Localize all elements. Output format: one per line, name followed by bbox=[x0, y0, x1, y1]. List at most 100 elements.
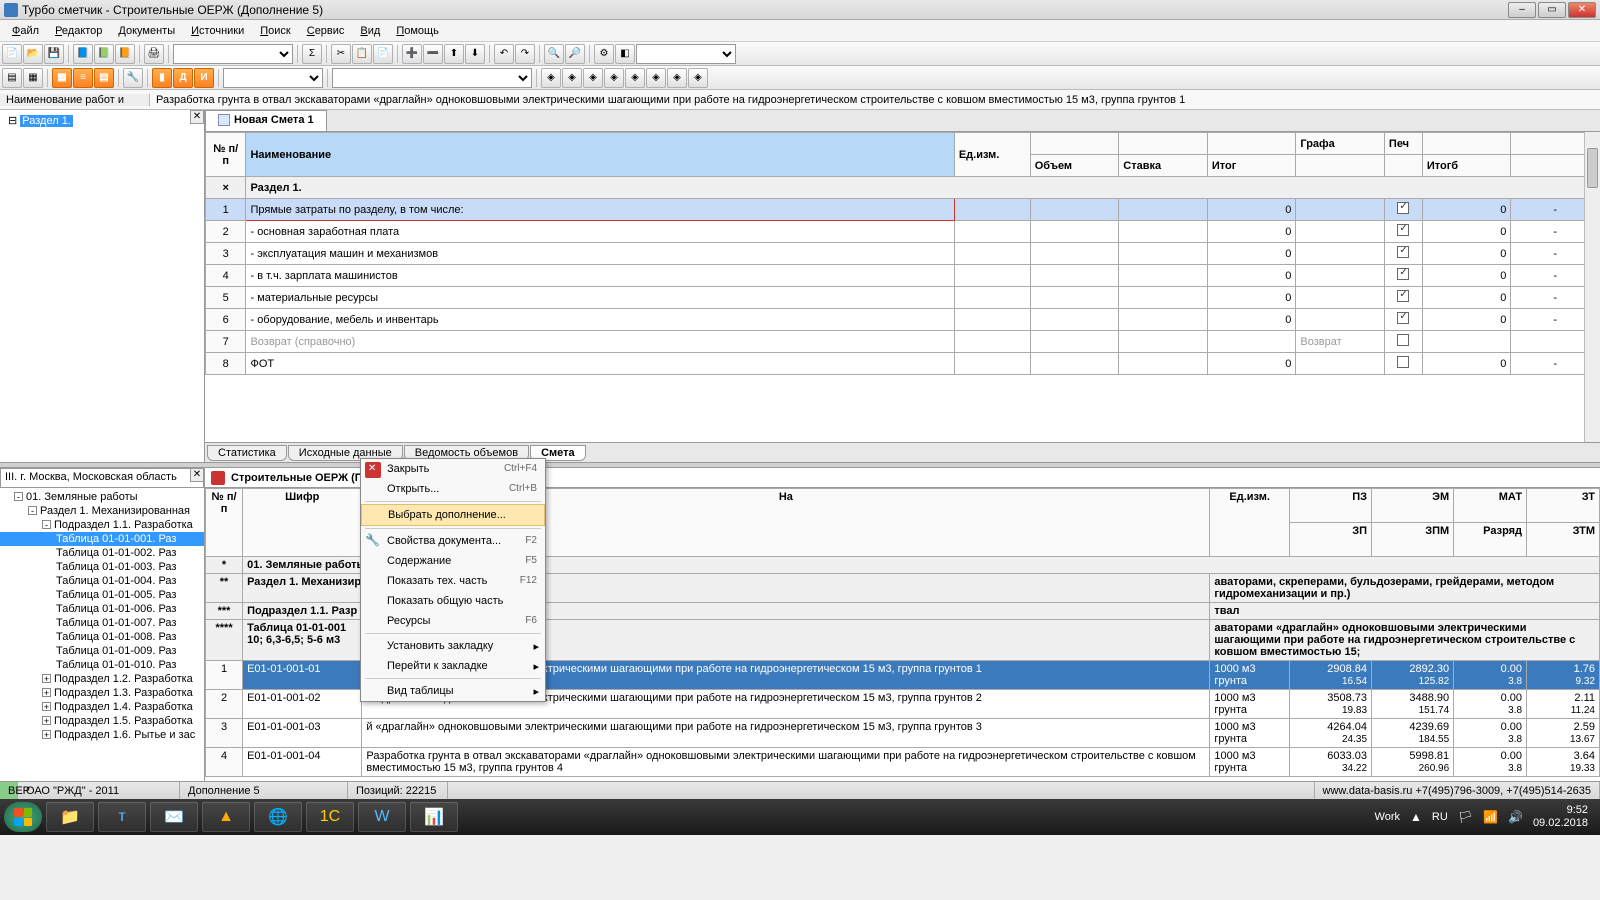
estimate-row[interactable]: 2 - основная заработная плата 0 0 - bbox=[206, 221, 1600, 243]
sections-close-icon[interactable]: ✕ bbox=[190, 110, 204, 124]
tb2-m7-icon[interactable]: ◈ bbox=[667, 68, 687, 88]
tb-book3-icon[interactable]: 📙 bbox=[115, 44, 135, 64]
estimate-row[interactable]: 6 - оборудование, мебель и инвентарь 0 0… bbox=[206, 309, 1600, 331]
print-checkbox[interactable] bbox=[1397, 356, 1409, 368]
print-checkbox[interactable] bbox=[1397, 268, 1409, 280]
db-node-section[interactable]: -Раздел 1. Механизированная bbox=[0, 504, 204, 518]
print-checkbox[interactable] bbox=[1397, 290, 1409, 302]
db-sub-node[interactable]: +Подраздел 1.6. Рытье и зас bbox=[0, 728, 204, 742]
db-col-pz[interactable]: ПЗ bbox=[1289, 489, 1371, 523]
db-node-subsection[interactable]: -Подраздел 1.1. Разработка bbox=[0, 518, 204, 532]
tb2-m4-icon[interactable]: ◈ bbox=[604, 68, 624, 88]
col-grafa[interactable]: Графа bbox=[1296, 133, 1385, 155]
tb2-yellow-icon[interactable]: ▮ bbox=[152, 68, 172, 88]
db-col-zpm[interactable]: ЗПМ bbox=[1372, 523, 1454, 557]
context-menu-item[interactable]: СодержаниеF5 bbox=[361, 551, 545, 571]
col-num[interactable]: № п/п bbox=[206, 133, 246, 177]
task-1c-icon[interactable]: 1C bbox=[306, 802, 354, 832]
menu-help[interactable]: Помощь bbox=[388, 23, 447, 39]
col-vol[interactable]: Объем bbox=[1030, 155, 1119, 177]
doc-tab-1[interactable]: Новая Смета 1 bbox=[205, 110, 327, 131]
tb-combo-pct[interactable] bbox=[636, 44, 736, 64]
tb-misc1-icon[interactable]: ◧ bbox=[615, 44, 635, 64]
db-table-node[interactable]: Таблица 01-01-004. Раз bbox=[0, 574, 204, 588]
tb2-grid2-icon[interactable]: ▤ bbox=[94, 68, 114, 88]
db-table-node[interactable]: Таблица 01-01-007. Раз bbox=[0, 616, 204, 630]
minimize-button[interactable]: – bbox=[1508, 2, 1536, 18]
tb2-m5-icon[interactable]: ◈ bbox=[625, 68, 645, 88]
maximize-button[interactable]: ▭ bbox=[1538, 2, 1566, 18]
db-table-node[interactable]: Таблица 01-01-002. Раз bbox=[0, 546, 204, 560]
tray-flag-icon[interactable]: 🏳 bbox=[1458, 810, 1473, 824]
db-row[interactable]: 3 E01-01-001-03 й «драглайн» одноковшовы… bbox=[206, 719, 1600, 748]
context-menu-item[interactable]: Свойства документа...F2 bbox=[361, 531, 545, 551]
db-sub-node[interactable]: +Подраздел 1.5. Разработка bbox=[0, 714, 204, 728]
estimate-row[interactable]: 5 - материальные ресурсы 0 0 - bbox=[206, 287, 1600, 309]
estimate-row[interactable]: 1 Прямые затраты по разделу, в том числе… bbox=[206, 199, 1600, 221]
db-row[interactable]: 4 E01-01-001-04 Разработка грунта в отва… bbox=[206, 748, 1600, 777]
print-checkbox[interactable] bbox=[1397, 312, 1409, 324]
tb-addrow-icon[interactable]: ➕ bbox=[402, 44, 422, 64]
db-col-num[interactable]: № п/п bbox=[206, 489, 243, 557]
tb2-btn2-icon[interactable]: ▦ bbox=[23, 68, 43, 88]
tb2-btn1-icon[interactable]: ▤ bbox=[2, 68, 22, 88]
tray-lang[interactable]: RU bbox=[1432, 811, 1448, 823]
tb-combo-1[interactable] bbox=[173, 44, 293, 64]
col-rate-hdr[interactable] bbox=[1119, 133, 1208, 155]
db-col-zt[interactable]: ЗТ bbox=[1527, 489, 1600, 523]
context-menu-item[interactable]: Показать общую часть bbox=[361, 591, 545, 611]
db-col-razr[interactable]: Разряд bbox=[1454, 523, 1527, 557]
task-thunderbird-icon[interactable]: ✉️ bbox=[150, 802, 198, 832]
db-node-root[interactable]: -01. Земляные работы bbox=[0, 490, 204, 504]
estimate-row[interactable]: 3 - эксплуатация машин и механизмов 0 0 … bbox=[206, 243, 1600, 265]
tb-undo-icon[interactable]: ↶ bbox=[494, 44, 514, 64]
task-word-icon[interactable]: W bbox=[358, 802, 406, 832]
db-sub-node[interactable]: +Подраздел 1.3. Разработка bbox=[0, 686, 204, 700]
tray-work-label[interactable]: Work bbox=[1375, 811, 1400, 823]
db-table-node[interactable]: Таблица 01-01-010. Раз bbox=[0, 658, 204, 672]
tb2-combo-b[interactable] bbox=[332, 68, 532, 88]
tb-save-icon[interactable]: 💾 bbox=[44, 44, 64, 64]
tb-delrow-icon[interactable]: ➖ bbox=[423, 44, 443, 64]
tb-book1-icon[interactable]: 📘 bbox=[73, 44, 93, 64]
db-table-node[interactable]: Таблица 01-01-009. Раз bbox=[0, 644, 204, 658]
tb2-table-icon[interactable]: ▦ bbox=[52, 68, 72, 88]
context-menu-item[interactable]: Выбрать дополнение... bbox=[361, 504, 545, 526]
db-sub-node[interactable]: +Подраздел 1.2. Разработка bbox=[0, 672, 204, 686]
db-table-node[interactable]: Таблица 01-01-008. Раз bbox=[0, 630, 204, 644]
tb2-wrench-icon[interactable]: 🔧 bbox=[123, 68, 143, 88]
tab-statistics[interactable]: Статистика bbox=[207, 445, 287, 461]
col-vol-hdr[interactable] bbox=[1030, 133, 1119, 155]
tb-settings-icon[interactable]: ⚙ bbox=[594, 44, 614, 64]
task-chrome-icon[interactable]: 🌐 bbox=[254, 802, 302, 832]
tb-find-icon[interactable]: 🔍 bbox=[544, 44, 564, 64]
estimate-row[interactable]: 4 - в т.ч. зарплата машинистов 0 0 - bbox=[206, 265, 1600, 287]
col-itogb[interactable]: Итогб bbox=[1422, 155, 1511, 177]
menu-service[interactable]: Сервис bbox=[299, 23, 353, 39]
close-button[interactable]: ✕ bbox=[1568, 2, 1596, 18]
db-tree-close-icon[interactable]: ✕ bbox=[190, 468, 204, 482]
col-itogb-hdr[interactable] bbox=[1422, 133, 1511, 155]
tb2-m3-icon[interactable]: ◈ bbox=[583, 68, 603, 88]
context-menu-item[interactable]: РесурсыF6 bbox=[361, 611, 545, 631]
tb-book2-icon[interactable]: 📗 bbox=[94, 44, 114, 64]
tb-down-icon[interactable]: ⬇ bbox=[465, 44, 485, 64]
db-table-node[interactable]: Таблица 01-01-001. Раз bbox=[0, 532, 204, 546]
start-button[interactable] bbox=[4, 802, 42, 832]
db-col-em[interactable]: ЭМ bbox=[1372, 489, 1454, 523]
menu-search[interactable]: Поиск bbox=[252, 23, 298, 39]
print-checkbox[interactable] bbox=[1397, 224, 1409, 236]
print-checkbox[interactable] bbox=[1397, 246, 1409, 258]
tb-up-icon[interactable]: ⬆ bbox=[444, 44, 464, 64]
tb2-i-icon[interactable]: И bbox=[194, 68, 214, 88]
col-rate[interactable]: Ставка bbox=[1119, 155, 1208, 177]
tb-paste-icon[interactable]: 📄 bbox=[373, 44, 393, 64]
context-menu-item[interactable]: Перейти к закладке▸ bbox=[361, 656, 545, 676]
tb2-combo-a[interactable] bbox=[223, 68, 323, 88]
context-menu-item[interactable]: Открыть...Ctrl+B bbox=[361, 479, 545, 499]
print-checkbox[interactable] bbox=[1397, 334, 1409, 346]
print-checkbox[interactable] bbox=[1397, 202, 1409, 214]
tray-network-icon[interactable]: 📶 bbox=[1483, 810, 1498, 824]
task-aimp-icon[interactable]: ▲ bbox=[202, 802, 250, 832]
tb-zoom-icon[interactable]: 🔎 bbox=[565, 44, 585, 64]
